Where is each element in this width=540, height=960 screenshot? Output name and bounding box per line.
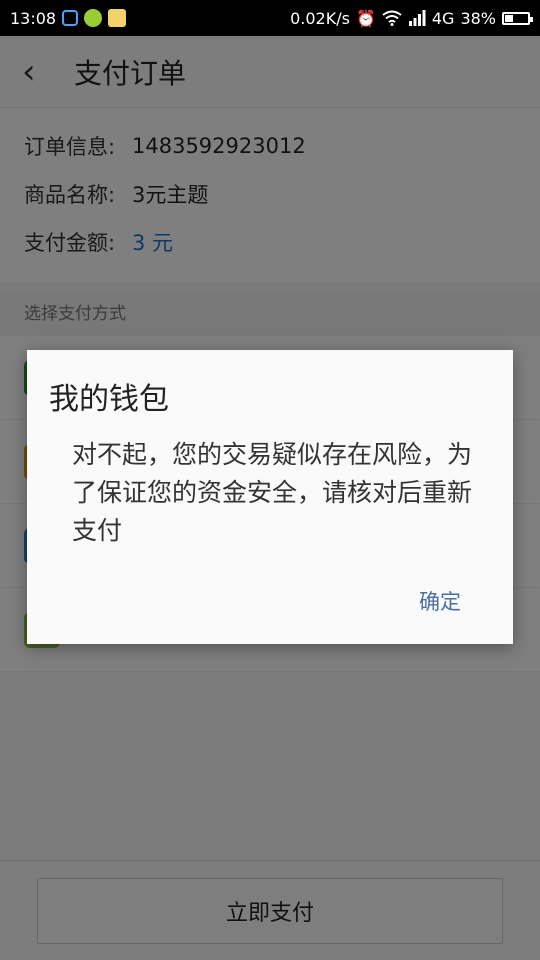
notification-icon — [62, 10, 79, 26]
confirm-button[interactable]: 确定 — [419, 586, 461, 616]
app-icon — [108, 9, 127, 27]
wallet-dialog: 我的钱包 对不起，您的交易疑似存在风险，为了保证您的资金安全，请核对后重新支付 … — [27, 350, 513, 644]
network-type: 4G — [431, 8, 455, 28]
network-speed: 0.02K/s — [290, 8, 350, 28]
alarm-icon: ⏰ — [355, 8, 376, 28]
battery-percent: 38% — [460, 8, 496, 28]
signal-icon — [408, 10, 426, 26]
battery-icon — [502, 11, 533, 25]
dialog-title: 我的钱包 — [49, 382, 169, 417]
wifi-icon — [382, 10, 402, 26]
status-time: 13:08 — [10, 8, 57, 28]
dialog-message: 对不起，您的交易疑似存在风险，为了保证您的资金安全，请核对后重新支付 — [72, 440, 473, 545]
status-bar: 13:08 0.02K/s ⏰ 4G 38% — [0, 0, 540, 36]
app-icon — [84, 9, 103, 27]
